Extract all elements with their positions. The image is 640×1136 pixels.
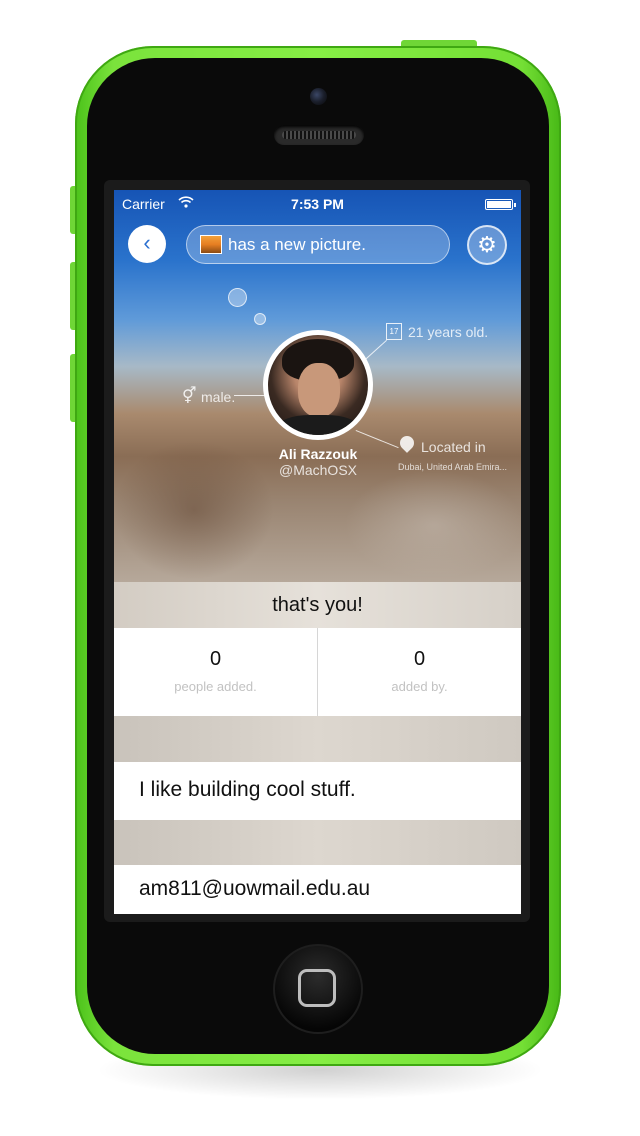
calendar-icon: 17: [386, 323, 402, 340]
connector-line-gender: [234, 395, 266, 396]
self-banner: that's you!: [114, 582, 521, 628]
stat-added-by[interactable]: 0 added by.: [318, 628, 521, 716]
stat-value: 0: [209, 648, 222, 670]
stat-label: added by.: [391, 679, 448, 694]
stat-people-added[interactable]: 0 people added.: [114, 628, 317, 716]
stat-label: people added.: [174, 679, 257, 694]
settings-button[interactable]: ⚙: [467, 225, 507, 265]
avatar[interactable]: [268, 335, 368, 435]
gender-label: male.: [201, 389, 236, 405]
profile-handle: @MachOSX: [278, 462, 357, 478]
earpiece-speaker: [274, 125, 364, 145]
bio-text: I like building cool stuff.: [114, 762, 521, 820]
chevron-left-icon: ‹: [143, 230, 151, 255]
location-label: Located in: [421, 439, 486, 455]
avatar-shirt: [278, 415, 358, 435]
thought-bubble-small: [254, 313, 266, 325]
back-button[interactable]: ‹: [128, 225, 166, 263]
gear-icon: ⚙: [477, 232, 497, 257]
battery-icon: [485, 199, 516, 210]
status-bar: Carrier 7:53 PM: [114, 190, 521, 218]
front-camera: [310, 88, 327, 105]
stats-row: 0 people added. 0 added by.: [114, 628, 521, 716]
gender-icon: ⚥: [182, 388, 197, 405]
app-screen: Carrier 7:53 PM ‹ has a new picture. ⚙ 1…: [114, 190, 521, 914]
profile-name: Ali Razzouk: [278, 446, 358, 462]
stat-value: 0: [413, 648, 426, 670]
home-button-icon: [298, 969, 336, 1007]
status-update-pill[interactable]: has a new picture.: [186, 225, 450, 264]
age-label: 21 years old.: [408, 324, 489, 340]
picture-icon: [200, 235, 222, 254]
email-text[interactable]: am811@uowmail.edu.au: [114, 865, 521, 914]
avatar-face: [298, 363, 340, 417]
location-value: Dubai, United Arab Emira...: [398, 462, 508, 472]
background-blur: [344, 470, 521, 580]
section-separator: [114, 716, 521, 762]
thought-bubble-large: [228, 288, 247, 307]
clock: 7:53 PM: [291, 196, 344, 212]
section-separator: [114, 820, 521, 865]
status-update-text: has a new picture.: [228, 235, 366, 254]
